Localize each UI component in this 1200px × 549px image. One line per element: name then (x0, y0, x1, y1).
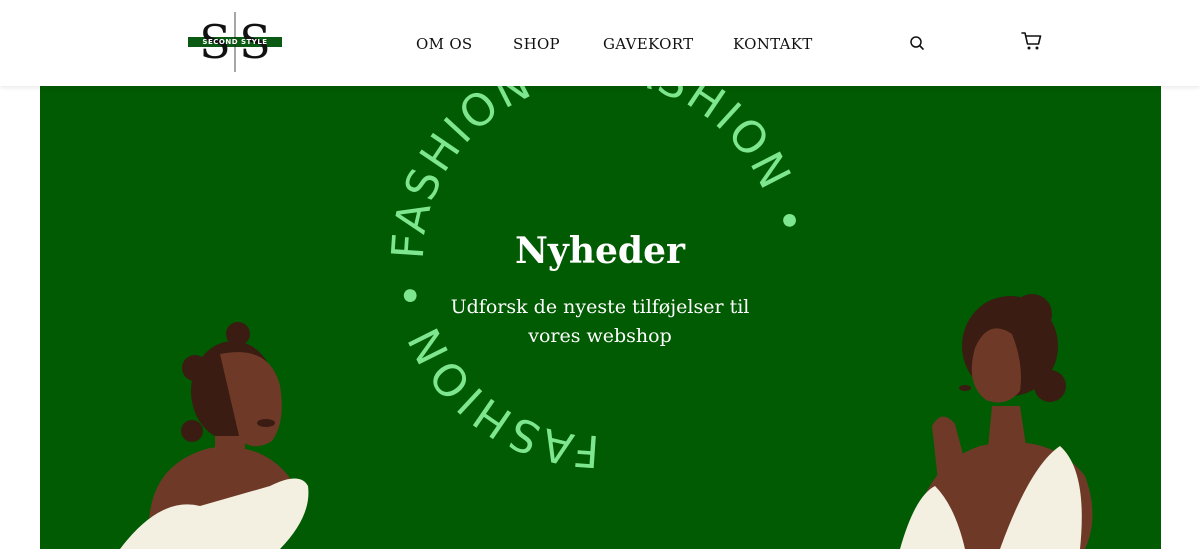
nav-item-kontakt[interactable]: KONTAKT (733, 34, 813, 54)
cart-icon (1021, 32, 1042, 50)
hero-subtitle: Udforsk de nyeste tilføjelser til vores … (440, 293, 760, 351)
search-button[interactable] (909, 35, 925, 51)
logo-band-text: SECOND STYLE (202, 38, 268, 46)
fashion-ring-text: FASHION • FASHION • FASHION • (383, 86, 816, 476)
cart-button[interactable] (1021, 31, 1043, 51)
site-header: S S SECOND STYLE OM OS SHOP GAVEKORT KON… (0, 0, 1200, 86)
woman-left-illustration (120, 322, 309, 549)
hero-title: Nyheder (515, 230, 685, 272)
hero-banner[interactable]: FASHION • FASHION • FASHION • Nyhe (40, 86, 1161, 549)
nav-item-gavekort[interactable]: GAVEKORT (603, 34, 693, 54)
site-logo[interactable]: S S SECOND STYLE (188, 10, 282, 74)
woman-right-illustration (900, 294, 1093, 549)
nav-item-shop[interactable]: SHOP (513, 34, 560, 54)
hero-subtitle-line-1: Udforsk de nyeste tilføjelser til (450, 296, 750, 318)
nav-item-om-os[interactable]: OM OS (416, 34, 473, 54)
search-icon (910, 36, 924, 50)
hero-subtitle-line-2: vores webshop (528, 325, 672, 347)
